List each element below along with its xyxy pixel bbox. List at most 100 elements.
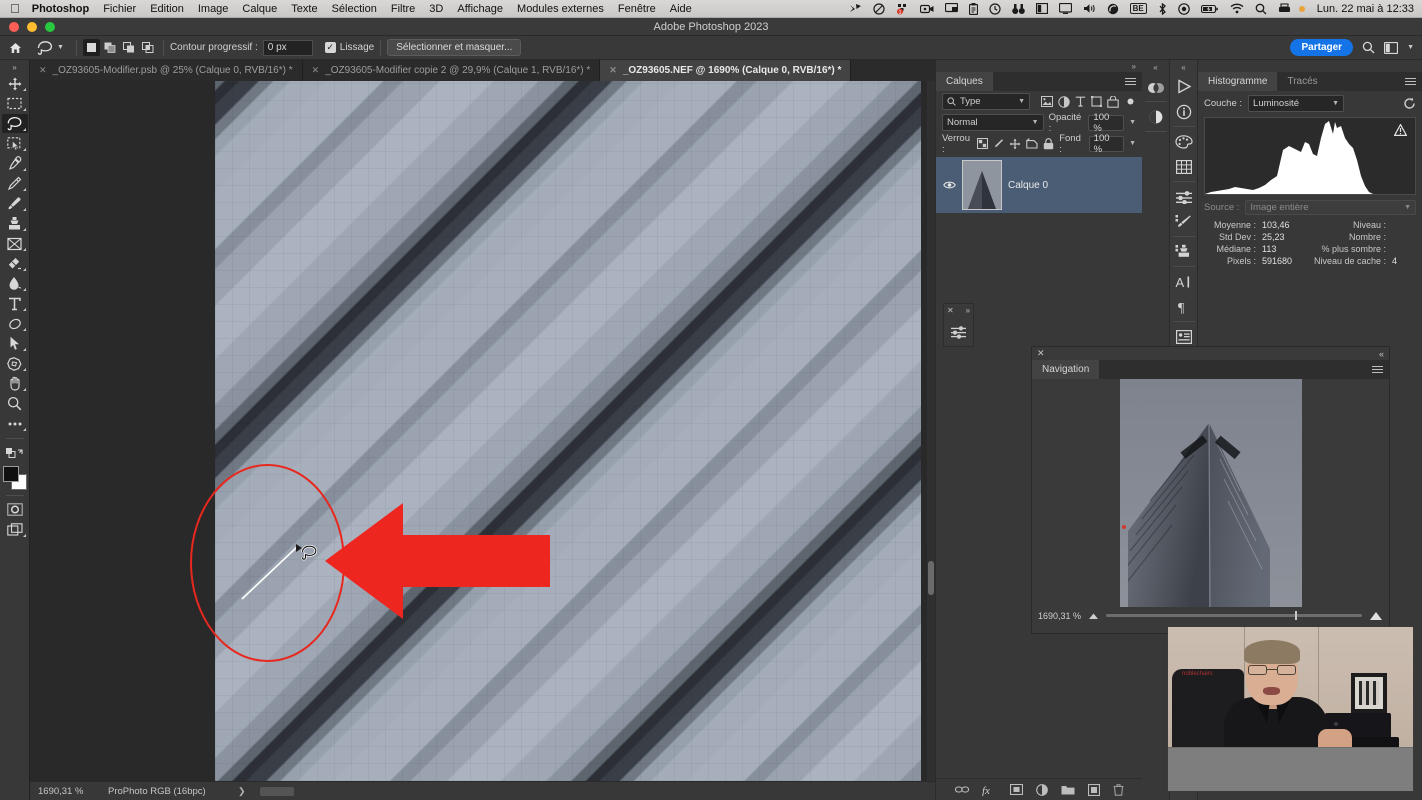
close-icon[interactable]: ✕ xyxy=(947,306,954,315)
swatches-palette-icon[interactable] xyxy=(1171,129,1197,154)
select-and-mask-button[interactable]: Sélectionner et masquer... xyxy=(387,39,522,56)
double-chevron-left-icon[interactable]: « xyxy=(1379,349,1384,359)
history-brush-tool[interactable] xyxy=(2,234,28,253)
info-panel-icon[interactable] xyxy=(1171,99,1197,124)
do-not-disturb-icon[interactable] xyxy=(873,2,885,15)
filter-pixel-icon[interactable] xyxy=(1041,96,1053,107)
subtract-from-selection-mode[interactable] xyxy=(121,39,138,56)
path-selection-tool[interactable] xyxy=(2,334,28,353)
layer-styles-fx-icon[interactable]: fx xyxy=(982,784,997,796)
close-icon[interactable]: ✕ xyxy=(1037,348,1045,359)
filter-smart-object-icon[interactable] xyxy=(1107,95,1119,108)
document-tab-2[interactable]: ✕ _OZ93605.NEF @ 1690% (Calque 0, RVB/16… xyxy=(600,60,852,81)
layer-filter-type-select[interactable]: Type ▼ xyxy=(942,93,1030,110)
time-machine-icon[interactable] xyxy=(989,2,1001,15)
menu-bar-clock[interactable]: Lun. 22 mai à 12:33 xyxy=(1317,3,1414,15)
intersect-selection-mode[interactable] xyxy=(140,39,157,56)
lock-all-icon[interactable] xyxy=(1043,137,1054,150)
wifi-icon[interactable] xyxy=(1230,3,1244,14)
panel-menu-icon[interactable] xyxy=(1125,72,1142,91)
screen-mode-icon[interactable] xyxy=(2,520,28,539)
close-icon[interactable]: ✕ xyxy=(39,65,47,76)
chevron-down-icon[interactable]: ▼ xyxy=(1129,140,1136,147)
opacity-value[interactable]: 100 % xyxy=(1088,112,1125,134)
navigator-zoom-value[interactable]: 1690,31 % xyxy=(1038,611,1081,621)
default-colors-swap-icon[interactable] xyxy=(2,443,28,462)
filter-shape-icon[interactable] xyxy=(1091,96,1102,107)
menu-item-fenetre[interactable]: Fenêtre xyxy=(618,3,656,15)
foreground-color-swatch[interactable] xyxy=(2,466,19,482)
menu-item-selection[interactable]: Sélection xyxy=(332,3,377,15)
new-group-icon[interactable] xyxy=(1061,784,1075,795)
menu-item-fichier[interactable]: Fichier xyxy=(103,3,136,15)
actions-play-icon[interactable] xyxy=(1171,74,1197,99)
character-panel-icon[interactable]: A xyxy=(1171,269,1197,294)
double-chevron-right-icon[interactable]: » xyxy=(0,60,29,74)
tab-traces[interactable]: Tracés xyxy=(1277,72,1328,91)
menu-item-3d[interactable]: 3D xyxy=(429,3,443,15)
layer-name[interactable]: Calque 0 xyxy=(1008,180,1048,191)
menu-item-photoshop[interactable]: Photoshop xyxy=(32,3,89,15)
lasso-tool[interactable] xyxy=(1,114,28,133)
share-button[interactable]: Partager xyxy=(1290,39,1354,56)
gradient-tool[interactable] xyxy=(2,274,28,293)
zoomed-image-pixels[interactable] xyxy=(215,81,921,781)
hand-tool[interactable] xyxy=(2,374,28,393)
close-icon[interactable]: ✕ xyxy=(609,65,617,76)
menu-item-edition[interactable]: Edition xyxy=(150,3,184,15)
eyedropper-tool[interactable] xyxy=(2,154,28,173)
lock-position-icon[interactable] xyxy=(1009,138,1021,150)
clone-stamp-tool[interactable] xyxy=(2,214,28,233)
panel-menu-icon[interactable] xyxy=(1372,360,1389,379)
channel-select[interactable]: Luminosité ▼ xyxy=(1248,95,1345,112)
display-icon[interactable] xyxy=(1058,3,1072,14)
link-layers-icon[interactable] xyxy=(955,785,969,794)
screen-record-icon[interactable] xyxy=(919,4,934,14)
notification-badge-icon[interactable]: 1 xyxy=(896,3,909,15)
keyboard-layout-be-icon[interactable]: BE xyxy=(1129,3,1147,14)
warning-triangle-icon[interactable] xyxy=(1394,124,1407,136)
menu-item-calque[interactable]: Calque xyxy=(242,3,277,15)
new-adjustment-layer-icon[interactable] xyxy=(1036,783,1048,796)
type-tool[interactable] xyxy=(2,294,28,313)
lock-transparent-pixels-icon[interactable] xyxy=(977,138,989,149)
layer-thumbnail[interactable] xyxy=(962,160,1002,210)
blend-mode-select[interactable]: Normal ▼ xyxy=(942,114,1044,131)
double-chevron-left-icon[interactable]: « xyxy=(1181,60,1185,74)
delete-layer-icon[interactable] xyxy=(1113,783,1124,796)
zoom-in-icon[interactable] xyxy=(1369,611,1383,621)
zoom-slider-knob[interactable] xyxy=(1295,611,1298,620)
double-chevron-right-icon[interactable]: » xyxy=(966,306,970,315)
menu-item-affichage[interactable]: Affichage xyxy=(457,3,503,15)
adjustments-sliders-icon[interactable] xyxy=(1171,184,1197,209)
search-icon[interactable] xyxy=(1362,41,1375,54)
close-icon[interactable]: ✕ xyxy=(312,65,320,76)
spotlight-search-icon[interactable] xyxy=(1255,3,1267,15)
menu-item-texte[interactable]: Texte xyxy=(291,3,317,15)
antialias-checkbox[interactable]: ✓ Lissage xyxy=(324,42,374,53)
filter-toggle-icon[interactable] xyxy=(1125,96,1136,107)
home-icon[interactable] xyxy=(0,42,30,54)
status-scrubber[interactable] xyxy=(259,786,294,796)
patterns-grid-icon[interactable] xyxy=(1171,154,1197,179)
double-chevron-left-icon[interactable]: « xyxy=(1153,60,1157,74)
zoom-out-icon[interactable] xyxy=(1088,612,1099,620)
clipboard-icon[interactable] xyxy=(968,2,978,15)
fax-printer-icon[interactable] xyxy=(1278,3,1291,14)
edit-toolbar-tool[interactable] xyxy=(2,414,28,433)
brush-settings-icon[interactable] xyxy=(1171,209,1197,234)
document-tab-1[interactable]: ✕ _OZ93605-Modifier copie 2 @ 29,9% (Cal… xyxy=(303,60,601,81)
binoculars-icon[interactable] xyxy=(1011,3,1025,15)
adjustments-sliders-icon[interactable] xyxy=(944,317,973,346)
presenter-webcam-video[interactable]: noblechairs xyxy=(1167,626,1414,792)
quick-mask-icon[interactable] xyxy=(2,500,28,519)
zoom-slider[interactable] xyxy=(1106,611,1362,620)
tab-calques[interactable]: Calques xyxy=(936,72,993,91)
lock-image-pixels-icon[interactable] xyxy=(993,138,1004,150)
bluetooth-icon[interactable] xyxy=(1158,2,1167,15)
filter-type-icon[interactable] xyxy=(1075,96,1086,107)
rectangular-marquee-tool[interactable] xyxy=(2,94,28,113)
building-corner-photo-thumbnail[interactable] xyxy=(1119,379,1302,607)
chevron-down-icon[interactable]: ▼ xyxy=(57,44,64,51)
scrollbar-thumb[interactable] xyxy=(928,561,934,595)
